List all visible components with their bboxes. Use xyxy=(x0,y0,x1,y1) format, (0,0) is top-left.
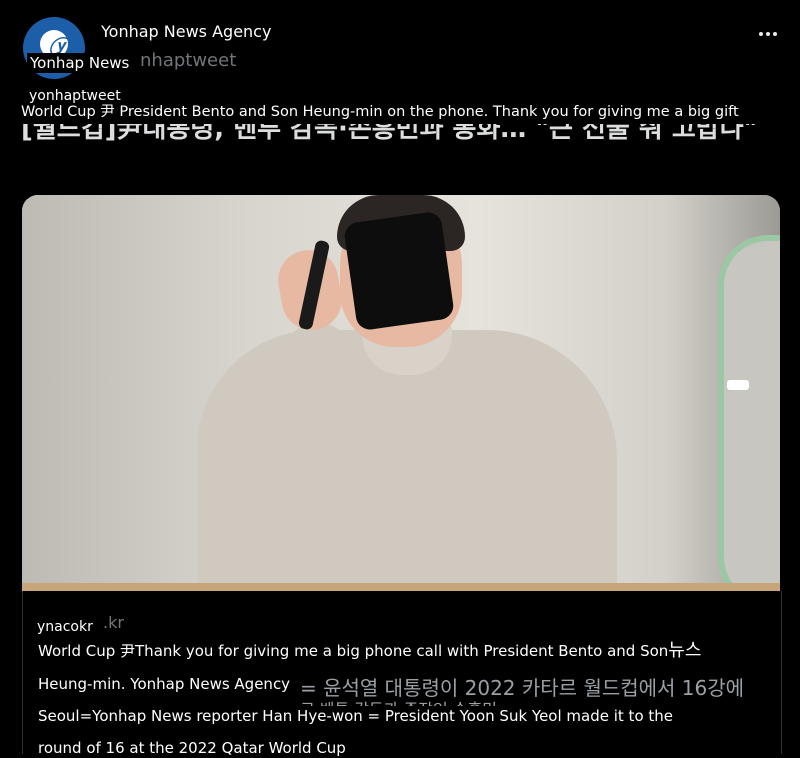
dot-icon xyxy=(773,32,777,36)
photo-desk xyxy=(22,583,780,591)
link-description-line-2: Seoul=Yonhap News reporter Han Hye-won =… xyxy=(38,706,676,726)
handle[interactable]: yonhaptweet xyxy=(29,88,121,104)
link-domain-ghost: .kr xyxy=(103,613,124,632)
photo-censor-mark xyxy=(342,210,456,332)
link-domain[interactable]: ynacokr xyxy=(37,618,93,636)
more-horizontal-icon[interactable] xyxy=(756,24,780,44)
link-title-text: World Cup 尹Thank you for giving me a big… xyxy=(38,642,669,660)
avatar-translated-label: Yonhap News xyxy=(27,53,133,73)
tweet-translated-text: World Cup 尹 President Bento and Son Heun… xyxy=(21,103,743,122)
link-description-line-1: Heung-min. Yonhap News Agency xyxy=(38,674,293,694)
link-description-line-3: round of 16 at the 2022 Qatar World Cup xyxy=(38,738,348,758)
link-title[interactable]: World Cup 尹Thank you for giving me a big… xyxy=(38,640,704,661)
tweet-photo[interactable] xyxy=(22,195,780,591)
handle-ghost: nhaptweet xyxy=(140,50,237,71)
display-name[interactable]: Yonhap News Agency xyxy=(101,21,271,43)
photo-mirror xyxy=(718,235,780,591)
link-title-suffix: 뉴스 xyxy=(668,640,702,661)
dot-icon xyxy=(759,32,763,36)
photo-light xyxy=(727,380,749,390)
dot-icon xyxy=(766,32,770,36)
tweet: ⓨ Yonhap News Yonhap News Agency nhaptwe… xyxy=(0,0,800,758)
